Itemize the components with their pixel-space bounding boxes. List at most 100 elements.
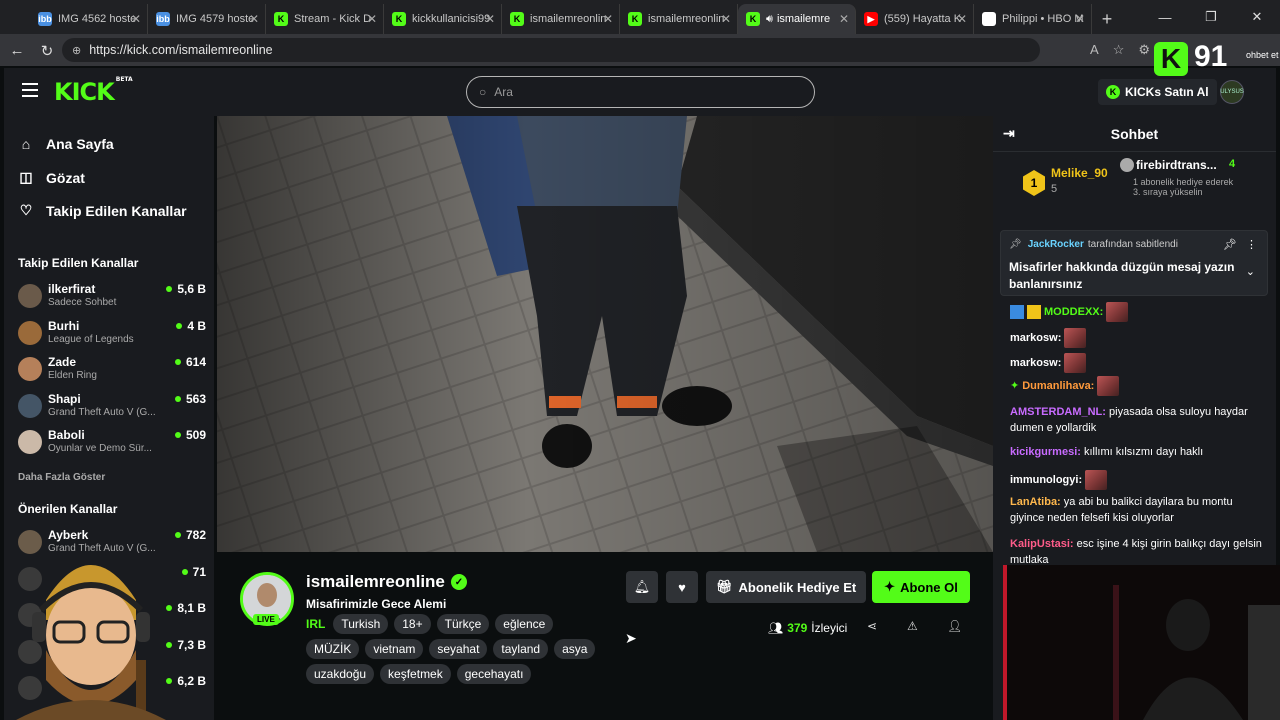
channel-viewers: 71 bbox=[181, 565, 206, 579]
stream-tag[interactable]: Turkish bbox=[333, 614, 389, 634]
stream-tag[interactable]: seyahat bbox=[429, 639, 488, 659]
followed-channels-title: Takip Edilen Kanallar bbox=[18, 256, 139, 270]
viewer-number: 6,2 B bbox=[177, 674, 206, 688]
user-options-icon[interactable]: 👤︎ bbox=[947, 619, 962, 633]
kick-logo[interactable]: KICK BETA bbox=[54, 76, 133, 106]
sparkle-icon: ✦ bbox=[884, 579, 896, 594]
unpin-icon[interactable]: 📌︎ bbox=[1223, 238, 1237, 251]
browser-tab[interactable]: Kkickkullanicisi99 ✕ bbox=[384, 4, 502, 34]
favorite-star-icon[interactable]: ☆ bbox=[1113, 42, 1125, 58]
stream-tag[interactable]: uzakdoğu bbox=[306, 664, 375, 684]
tab-close-icon[interactable]: ✕ bbox=[485, 12, 495, 26]
browser-tab[interactable]: © Philippi • HBO M ✕ bbox=[974, 4, 1092, 34]
tab-close-icon[interactable]: ✕ bbox=[131, 12, 141, 26]
sidebar-channel[interactable]: ilkerfirat Sadece Sohbet 5,6 B bbox=[18, 282, 206, 314]
pinned-by-user[interactable]: JackRocker bbox=[1028, 239, 1084, 250]
chat-username[interactable]: markosw: bbox=[1010, 332, 1061, 344]
tab-close-icon[interactable]: ✕ bbox=[1075, 12, 1085, 26]
show-more-link[interactable]: Daha Fazla Göster bbox=[18, 472, 105, 483]
browser-tab[interactable]: ibb IMG 4562 hoste ✕ bbox=[30, 4, 148, 34]
stream-tag[interactable]: asya bbox=[554, 639, 596, 659]
chat-username[interactable]: LanAtiba: bbox=[1010, 496, 1061, 508]
chat-message: AMSTERDAM_NL: piyasada olsa suloyu hayda… bbox=[1010, 404, 1268, 436]
chevron-down-icon[interactable]: ⌄ bbox=[1246, 265, 1255, 278]
hamburger-menu-icon[interactable] bbox=[22, 83, 38, 97]
sidebar-channel[interactable]: Shapi Grand Theft Auto V (G... 563 bbox=[18, 392, 206, 424]
leader-name[interactable]: firebirdtrans... bbox=[1136, 158, 1217, 172]
leader-name[interactable]: Melike_90 bbox=[1051, 166, 1108, 180]
url-field[interactable]: ⊕ https://kick.com/ismailemreonline bbox=[62, 38, 1040, 62]
stream-tag[interactable]: tayland bbox=[493, 639, 549, 659]
browser-tab[interactable]: K Stream - Kick D ✕ bbox=[266, 4, 384, 34]
site-info-icon[interactable]: ⊕ bbox=[72, 44, 81, 57]
follow-button[interactable]: ♥ bbox=[666, 571, 698, 603]
browser-tab[interactable]: Kismailemreonlin ✕ bbox=[502, 4, 620, 34]
viewers-icon: 👥︎ bbox=[768, 621, 784, 635]
buy-kicks-button[interactable]: K KICKs Satın Al bbox=[1098, 79, 1217, 105]
tab-close-icon[interactable]: ✕ bbox=[603, 12, 613, 26]
video-player[interactable] bbox=[217, 116, 993, 552]
chat-username[interactable]: kicikgurmesi: bbox=[1010, 446, 1081, 458]
tab-close-icon[interactable]: ✕ bbox=[839, 12, 849, 26]
window-controls: — ❐ ✕ bbox=[1142, 0, 1280, 34]
sidebar-channel[interactable]: Baboli Oyunlar ve Demo Sür... 509 bbox=[18, 428, 206, 460]
reload-icon[interactable]: ↻ bbox=[32, 42, 62, 60]
channel-viewers: 563 bbox=[174, 392, 206, 406]
channel-category: Grand Theft Auto V (G... bbox=[48, 406, 156, 418]
chat-username[interactable]: Dumanlihava: bbox=[1022, 380, 1094, 392]
new-tab-icon[interactable]: + bbox=[1092, 4, 1122, 34]
stream-tag[interactable]: MÜZİK bbox=[306, 639, 360, 659]
extensions-icon[interactable]: ⚙ bbox=[1138, 42, 1150, 58]
chat-header: ⇥ Sohbet bbox=[993, 116, 1276, 152]
streamer-webcam bbox=[1003, 565, 1280, 720]
stream-tag[interactable]: keşfetmek bbox=[380, 664, 451, 684]
sidebar-item-home[interactable]: ⌂ Ana Sayfa bbox=[18, 136, 114, 152]
browser-tab[interactable]: K 🔊︎ ismailemre ✕ bbox=[738, 4, 856, 34]
sidebar-item-following[interactable]: ♡ Takip Edilen Kanallar bbox=[18, 202, 187, 219]
stream-tag[interactable]: 18+ bbox=[394, 614, 431, 634]
chat-username[interactable]: immunologyi: bbox=[1010, 474, 1082, 486]
stream-tag[interactable]: Türkçe bbox=[436, 614, 490, 634]
browser-tab[interactable]: ▶ (559) Hayatta K ✕ bbox=[856, 4, 974, 34]
tab-close-icon[interactable]: ✕ bbox=[249, 12, 259, 26]
stream-tag[interactable]: vietnam bbox=[365, 639, 424, 659]
sidebar-channel[interactable]: Zade Elden Ring 614 bbox=[18, 355, 206, 387]
chat-username[interactable]: MODDEXX: bbox=[1044, 306, 1103, 318]
tab-close-icon[interactable]: ✕ bbox=[721, 12, 731, 26]
read-aloud-icon[interactable]: A bbox=[1090, 42, 1099, 58]
sidebar-channel[interactable]: Burhi League of Legends 4 B bbox=[18, 319, 206, 351]
viewer-number: 509 bbox=[185, 428, 206, 442]
live-badge: LIVE bbox=[253, 614, 279, 625]
channel-viewers: 614 bbox=[174, 355, 206, 369]
chat-username[interactable]: AMSTERDAM_NL: bbox=[1010, 406, 1106, 418]
search-input[interactable]: ○ Ara bbox=[466, 76, 815, 108]
chat-username[interactable]: KalipUstasi: bbox=[1010, 538, 1074, 550]
gift-subscription-button[interactable]: 🎁︎ Abonelik Hediye Et bbox=[706, 571, 867, 603]
minimize-icon[interactable]: — bbox=[1142, 0, 1188, 34]
channel-name: ilkerfirat bbox=[48, 282, 96, 296]
sidebar-item-browse[interactable]: ◫ Gözat bbox=[18, 169, 85, 186]
back-icon[interactable]: ← bbox=[2, 42, 32, 59]
share-icon[interactable]: ⋖ bbox=[867, 619, 877, 633]
tab-close-icon[interactable]: ✕ bbox=[957, 12, 967, 26]
report-icon[interactable]: ⚠ bbox=[907, 619, 918, 633]
heart-icon: ♥ bbox=[678, 579, 686, 595]
stream-tag[interactable]: eğlence bbox=[495, 614, 554, 634]
browser-tab[interactable]: ibb IMG 4579 hoste ✕ bbox=[148, 4, 266, 34]
category-link[interactable]: IRL bbox=[306, 617, 325, 631]
tab-audio-icon[interactable]: 🔊︎ bbox=[766, 13, 773, 26]
live-dot-icon bbox=[174, 395, 181, 402]
collapse-chat-icon[interactable]: ⇥ bbox=[1003, 125, 1015, 142]
subscribe-button[interactable]: ✦ Abone Ol bbox=[872, 571, 970, 603]
chat-username[interactable]: markosw: bbox=[1010, 357, 1061, 369]
stream-tag[interactable]: gecehayatı bbox=[456, 664, 532, 684]
close-window-icon[interactable]: ✕ bbox=[1234, 0, 1280, 34]
notification-bell-button[interactable]: 🔔︎ bbox=[626, 571, 658, 603]
more-options-icon[interactable]: ⋮ bbox=[1246, 238, 1257, 251]
browser-tab[interactable]: Kismailemreonlin ✕ bbox=[620, 4, 738, 34]
maximize-icon[interactable]: ❐ bbox=[1188, 0, 1234, 34]
user-avatar[interactable]: ULYSUS bbox=[1220, 80, 1244, 104]
overlay-kick-badge: K 91 ohbet et bbox=[1150, 40, 1280, 76]
channel-name[interactable]: ismailemreonline ✓ bbox=[306, 572, 467, 592]
tab-close-icon[interactable]: ✕ bbox=[367, 12, 377, 26]
